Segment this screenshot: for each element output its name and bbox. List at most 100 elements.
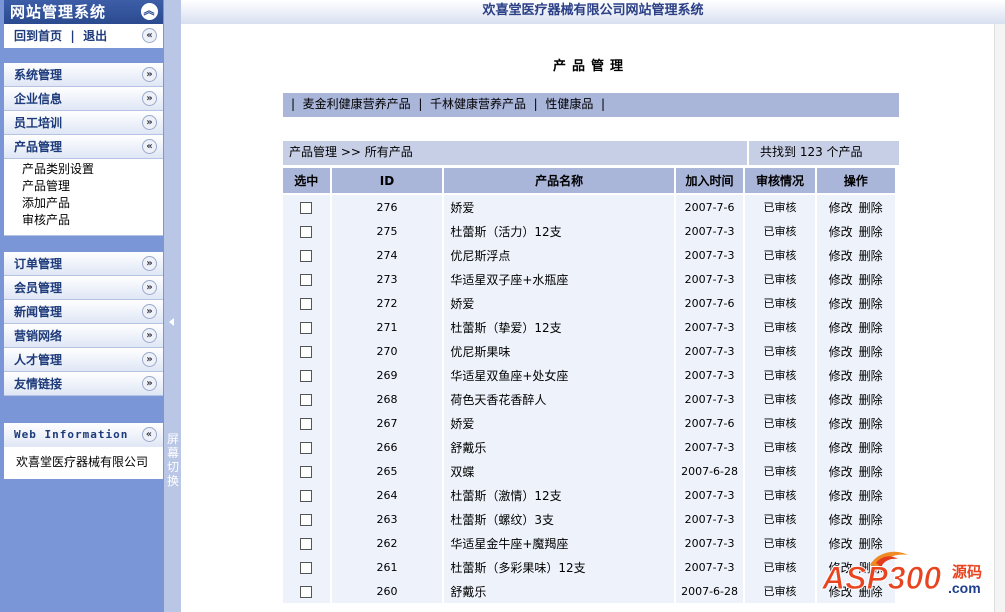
row-checkbox[interactable] [300, 345, 313, 358]
delete-link[interactable]: 删除 [859, 393, 883, 407]
chevron-down-double-icon[interactable]: » [142, 256, 157, 271]
row-checkbox[interactable] [300, 201, 313, 214]
row-product-name: 娇爱 [444, 195, 674, 219]
chevron-up-double-icon[interactable]: « [142, 427, 157, 442]
chevron-down-double-icon[interactable]: » [142, 328, 157, 343]
row-select-cell [283, 387, 330, 411]
delete-link[interactable]: 删除 [859, 369, 883, 383]
submenu-add-product[interactable]: 添加产品 [22, 195, 163, 212]
home-link[interactable]: 回到首页 [14, 29, 62, 43]
row-checkbox[interactable] [300, 321, 313, 334]
table-row: 268 荷色天香花香醉人 2007-7-3 已审核 修改 删除 [283, 387, 895, 411]
edit-link[interactable]: 修改 [829, 417, 853, 431]
row-checkbox[interactable] [300, 273, 313, 286]
chevron-down-double-icon[interactable]: » [142, 91, 157, 106]
screen-toggle-label[interactable]: 屏幕切换 [166, 432, 180, 488]
table-header-row: 选中 ID 产品名称 加入时间 审核情况 操作 [283, 168, 895, 195]
delete-link[interactable]: 删除 [859, 225, 883, 239]
delete-link[interactable]: 删除 [859, 201, 883, 215]
delete-link[interactable]: 删除 [859, 417, 883, 431]
submenu-category-settings[interactable]: 产品类别设置 [22, 161, 163, 178]
submenu-product-manage[interactable]: 产品管理 [22, 178, 163, 195]
row-checkbox[interactable] [300, 417, 313, 430]
menu-item-members[interactable]: 会员管理 » [4, 276, 163, 300]
row-checkbox[interactable] [300, 249, 313, 262]
menu-item-orders[interactable]: 订单管理 » [4, 252, 163, 276]
delete-link[interactable]: 删除 [859, 465, 883, 479]
row-checkbox[interactable] [300, 537, 313, 550]
row-select-cell [283, 483, 330, 507]
submenu-review-product[interactable]: 审核产品 [22, 212, 163, 229]
menu-item-links[interactable]: 友情链接 » [4, 372, 163, 396]
menu-item-news[interactable]: 新闻管理 » [4, 300, 163, 324]
chevron-down-double-icon[interactable]: » [142, 280, 157, 295]
category-link[interactable]: 麦金利健康营养产品 [303, 97, 411, 111]
delete-link[interactable]: 删除 [859, 273, 883, 287]
row-select-cell [283, 243, 330, 267]
edit-link[interactable]: 修改 [829, 369, 853, 383]
chevron-down-double-icon[interactable]: » [142, 115, 157, 130]
row-checkbox[interactable] [300, 393, 313, 406]
system-title: 网站管理系统 [10, 3, 107, 21]
row-checkbox[interactable] [300, 225, 313, 238]
edit-link[interactable]: 修改 [829, 513, 853, 527]
delete-link[interactable]: 删除 [859, 345, 883, 359]
screen-toggle-splitter[interactable]: 屏幕切换 [164, 0, 181, 612]
row-checkbox[interactable] [300, 369, 313, 382]
product-table: 选中 ID 产品名称 加入时间 审核情况 操作 276 娇爱 2007-7-6 已审核… [281, 168, 897, 603]
row-checkbox[interactable] [300, 465, 313, 478]
menu-item-training[interactable]: 员工培训 » [4, 111, 163, 135]
row-id: 260 [331, 579, 443, 603]
row-status: 已审核 [745, 219, 815, 243]
row-checkbox[interactable] [300, 513, 313, 526]
logout-link[interactable]: 退出 [83, 29, 107, 43]
edit-link[interactable]: 修改 [829, 225, 853, 239]
delete-link[interactable]: 删除 [859, 249, 883, 263]
edit-link[interactable]: 修改 [829, 489, 853, 503]
menu-item-marketing[interactable]: 营销网络 » [4, 324, 163, 348]
delete-link[interactable]: 删除 [859, 489, 883, 503]
chevron-down-double-icon[interactable]: » [142, 376, 157, 391]
edit-link[interactable]: 修改 [829, 465, 853, 479]
row-checkbox[interactable] [300, 561, 313, 574]
row-checkbox[interactable] [300, 489, 313, 502]
row-status: 已审核 [745, 363, 815, 387]
row-product-name: 娇爱 [444, 411, 674, 435]
row-product-name: 杜蕾斯（多彩果味）12支 [444, 555, 674, 579]
system-links: 回到首页 | 退出 « [4, 24, 163, 48]
row-checkbox[interactable] [300, 585, 313, 598]
delete-link[interactable]: 删除 [859, 513, 883, 527]
chevron-up-double-icon[interactable]: ︽ [141, 3, 158, 20]
chevron-down-double-icon[interactable]: » [142, 67, 157, 82]
row-checkbox[interactable] [300, 441, 313, 454]
chevron-up-double-icon[interactable]: « [142, 139, 157, 154]
edit-link[interactable]: 修改 [829, 201, 853, 215]
chevron-left-double-icon[interactable]: « [142, 28, 157, 43]
edit-link[interactable]: 修改 [829, 441, 853, 455]
category-separator: | [526, 97, 546, 111]
row-date: 2007-7-3 [675, 339, 744, 363]
menu-item-company[interactable]: 企业信息 » [4, 87, 163, 111]
header-title: 欢喜堂医疗器械有限公司网站管理系统 [482, 3, 704, 18]
row-select-cell [283, 339, 330, 363]
menu-item-system[interactable]: 系统管理 » [4, 63, 163, 87]
category-link[interactable]: 千林健康营养产品 [430, 97, 526, 111]
menu-item-hr[interactable]: 人才管理 » [4, 348, 163, 372]
delete-link[interactable]: 删除 [859, 441, 883, 455]
edit-link[interactable]: 修改 [829, 393, 853, 407]
delete-link[interactable]: 删除 [859, 321, 883, 335]
delete-link[interactable]: 删除 [859, 297, 883, 311]
chevron-down-double-icon[interactable]: » [142, 304, 157, 319]
category-link[interactable]: 性健康品 [545, 97, 593, 111]
edit-link[interactable]: 修改 [829, 345, 853, 359]
edit-link[interactable]: 修改 [829, 321, 853, 335]
row-actions: 修改 删除 [816, 339, 895, 363]
edit-link[interactable]: 修改 [829, 273, 853, 287]
edit-link[interactable]: 修改 [829, 249, 853, 263]
chevron-down-double-icon[interactable]: » [142, 352, 157, 367]
edit-link[interactable]: 修改 [829, 297, 853, 311]
menu-item-products[interactable]: 产品管理 « [4, 135, 163, 159]
row-checkbox[interactable] [300, 297, 313, 310]
collapse-arrow-icon[interactable] [169, 318, 174, 326]
vertical-scrollbar[interactable] [994, 24, 1005, 612]
